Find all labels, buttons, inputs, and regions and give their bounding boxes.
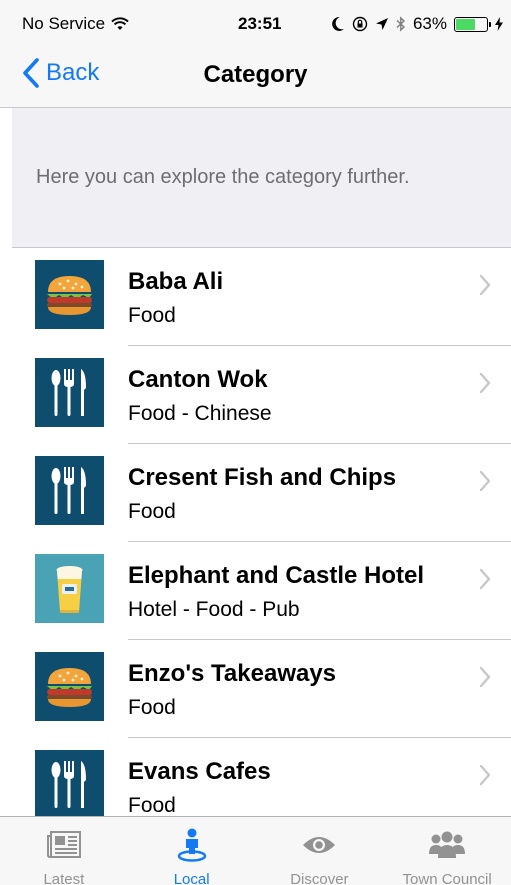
tab-label: Local — [173, 871, 210, 885]
page-title: Category — [203, 61, 308, 88]
tab-label: Discover — [290, 871, 349, 885]
intro-text: Here you can explore the category furthe… — [36, 166, 410, 188]
chevron-right-icon — [479, 274, 491, 296]
beer-icon — [35, 554, 104, 623]
wifi-icon — [111, 17, 129, 30]
list-item-subtitle: Hotel - Food - Pub — [128, 598, 300, 621]
list-item[interactable]: Baba Ali Food — [12, 248, 511, 346]
chevron-right-icon — [479, 764, 491, 786]
clock: 23:51 — [238, 14, 282, 33]
battery-fill — [456, 18, 475, 30]
list-item-subtitle: Food — [128, 696, 176, 719]
business-list[interactable]: Baba Ali Food Canton Wok Food - Chinese Cr… — [12, 248, 511, 816]
status-left: No Service — [22, 14, 129, 34]
list-item[interactable]: Enzo's Takeaways Food — [12, 640, 511, 738]
battery-icon — [454, 16, 491, 32]
cutlery-icon — [35, 456, 104, 525]
list-item[interactable]: Canton Wok Food - Chinese — [12, 346, 511, 444]
chevron-right-icon — [479, 666, 491, 688]
location-arrow-icon — [375, 18, 388, 30]
list-item-title: Canton Wok — [128, 366, 268, 393]
list-item[interactable]: Elephant and Castle Hotel Hotel - Food - … — [12, 542, 511, 640]
tab-label: Town Council — [402, 871, 492, 885]
tab-label: Latest — [43, 871, 85, 885]
list-item-title: Evans Cafes — [128, 758, 271, 785]
list-item-subtitle: Food — [128, 500, 176, 523]
list-item-subtitle: Food — [128, 304, 176, 327]
chevron-right-icon — [479, 372, 491, 394]
list-item-subtitle: Food — [128, 794, 176, 816]
tab-local[interactable]: Local — [128, 817, 256, 885]
chevron-right-icon — [479, 568, 491, 590]
status-bar: No Service 23:51 63% — [0, 0, 511, 48]
list-item-title: Elephant and Castle Hotel — [128, 562, 425, 589]
list-item-title: Cresent Fish and Chips — [128, 464, 397, 491]
category-intro: Here you can explore the category furthe… — [12, 108, 511, 248]
group-icon — [427, 827, 467, 863]
carrier-label: No Service — [22, 14, 106, 33]
cutlery-icon — [35, 358, 104, 427]
cutlery-icon — [35, 750, 104, 816]
tab-discover[interactable]: Discover — [256, 817, 384, 885]
list-item-title: Baba Ali — [128, 268, 224, 295]
navigation-bar: Back Category — [0, 48, 511, 108]
moon-icon — [332, 16, 344, 31]
tab-bar: Latest Local Discover Town Council — [0, 816, 511, 885]
tab-latest[interactable]: Latest — [0, 817, 128, 885]
eye-icon — [299, 827, 339, 863]
charging-bolt-icon — [495, 17, 503, 31]
status-right: 63% — [331, 14, 503, 34]
burger-icon — [35, 260, 104, 329]
list-item[interactable]: Cresent Fish and Chips Food — [12, 444, 511, 542]
burger-icon — [35, 652, 104, 721]
tab-town-council[interactable]: Town Council — [383, 817, 511, 885]
bluetooth-icon — [396, 16, 405, 32]
location-person-icon — [172, 827, 212, 863]
list-item-title: Enzo's Takeaways — [128, 660, 337, 687]
orientation-lock-icon — [352, 16, 368, 32]
list-item[interactable]: Evans Cafes Food — [12, 738, 511, 816]
newspaper-icon — [44, 827, 84, 863]
battery-percent: 63% — [412, 14, 447, 33]
chevron-right-icon — [479, 470, 491, 492]
list-item-subtitle: Food - Chinese — [128, 402, 272, 425]
